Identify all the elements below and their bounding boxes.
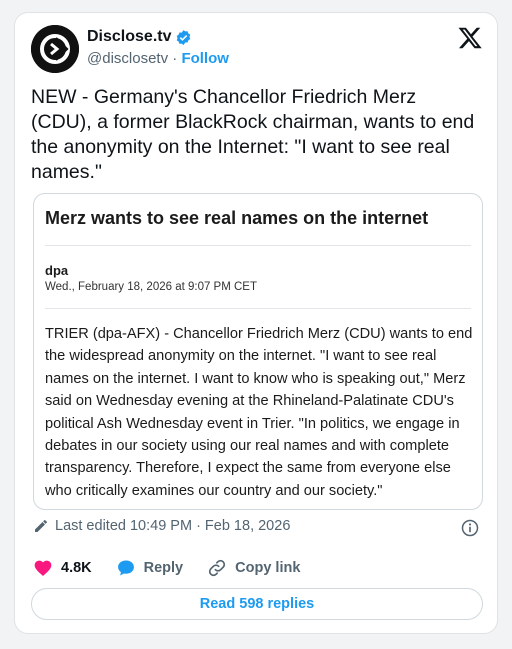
copy-link-label: Copy link — [235, 560, 301, 576]
reply-label: Reply — [143, 560, 184, 576]
reply-button[interactable]: Reply — [116, 558, 184, 578]
tweet-card: Disclose.tv @disclosetv · Follow NEW - G… — [14, 12, 498, 634]
info-icon[interactable] — [460, 518, 480, 538]
avatar[interactable] — [31, 25, 79, 73]
like-count: 4.8K — [61, 560, 92, 576]
article-card[interactable]: Merz wants to see real names on the inte… — [33, 193, 483, 510]
copy-link-button[interactable]: Copy link — [207, 558, 300, 578]
verified-badge-icon — [177, 29, 191, 45]
article-body: TRIER (dpa-AFX) - Chancellor Friedrich M… — [45, 326, 473, 499]
link-icon — [209, 559, 226, 577]
action-bar: 4.8K Reply Copy link — [33, 558, 324, 578]
speech-bubble-icon — [117, 560, 134, 576]
author-name-row: Disclose.tv — [87, 28, 192, 46]
article-divider-bottom — [45, 308, 471, 309]
article-title: Merz wants to see real names on the inte… — [45, 208, 429, 228]
separator-dot: · — [172, 50, 178, 67]
like-button[interactable]: 4.8K — [33, 558, 92, 578]
x-logo-icon[interactable] — [457, 25, 483, 51]
follow-button[interactable]: Follow — [181, 50, 229, 67]
author-handle-row: @disclosetv · Follow — [87, 50, 229, 67]
edited-timestamp[interactable]: Last edited 10:49 PM · Feb 18, 2026 — [55, 518, 290, 534]
read-replies-button[interactable]: Read 598 replies — [31, 588, 483, 620]
pencil-icon — [35, 520, 47, 532]
tweet-text: NEW - Germany's Chancellor Friedrich Mer… — [31, 86, 475, 183]
disclose-logo-icon — [31, 25, 79, 73]
author-handle[interactable]: @disclosetv — [87, 50, 168, 67]
edited-info: Last edited 10:49 PM · Feb 18, 2026 — [33, 518, 290, 534]
author-name[interactable]: Disclose.tv — [87, 28, 171, 46]
article-date: Wed., February 18, 2026 at 9:07 PM CET — [45, 281, 258, 293]
article-divider-top — [45, 245, 471, 246]
article-source: dpa — [45, 263, 69, 278]
heart-icon — [34, 560, 52, 576]
